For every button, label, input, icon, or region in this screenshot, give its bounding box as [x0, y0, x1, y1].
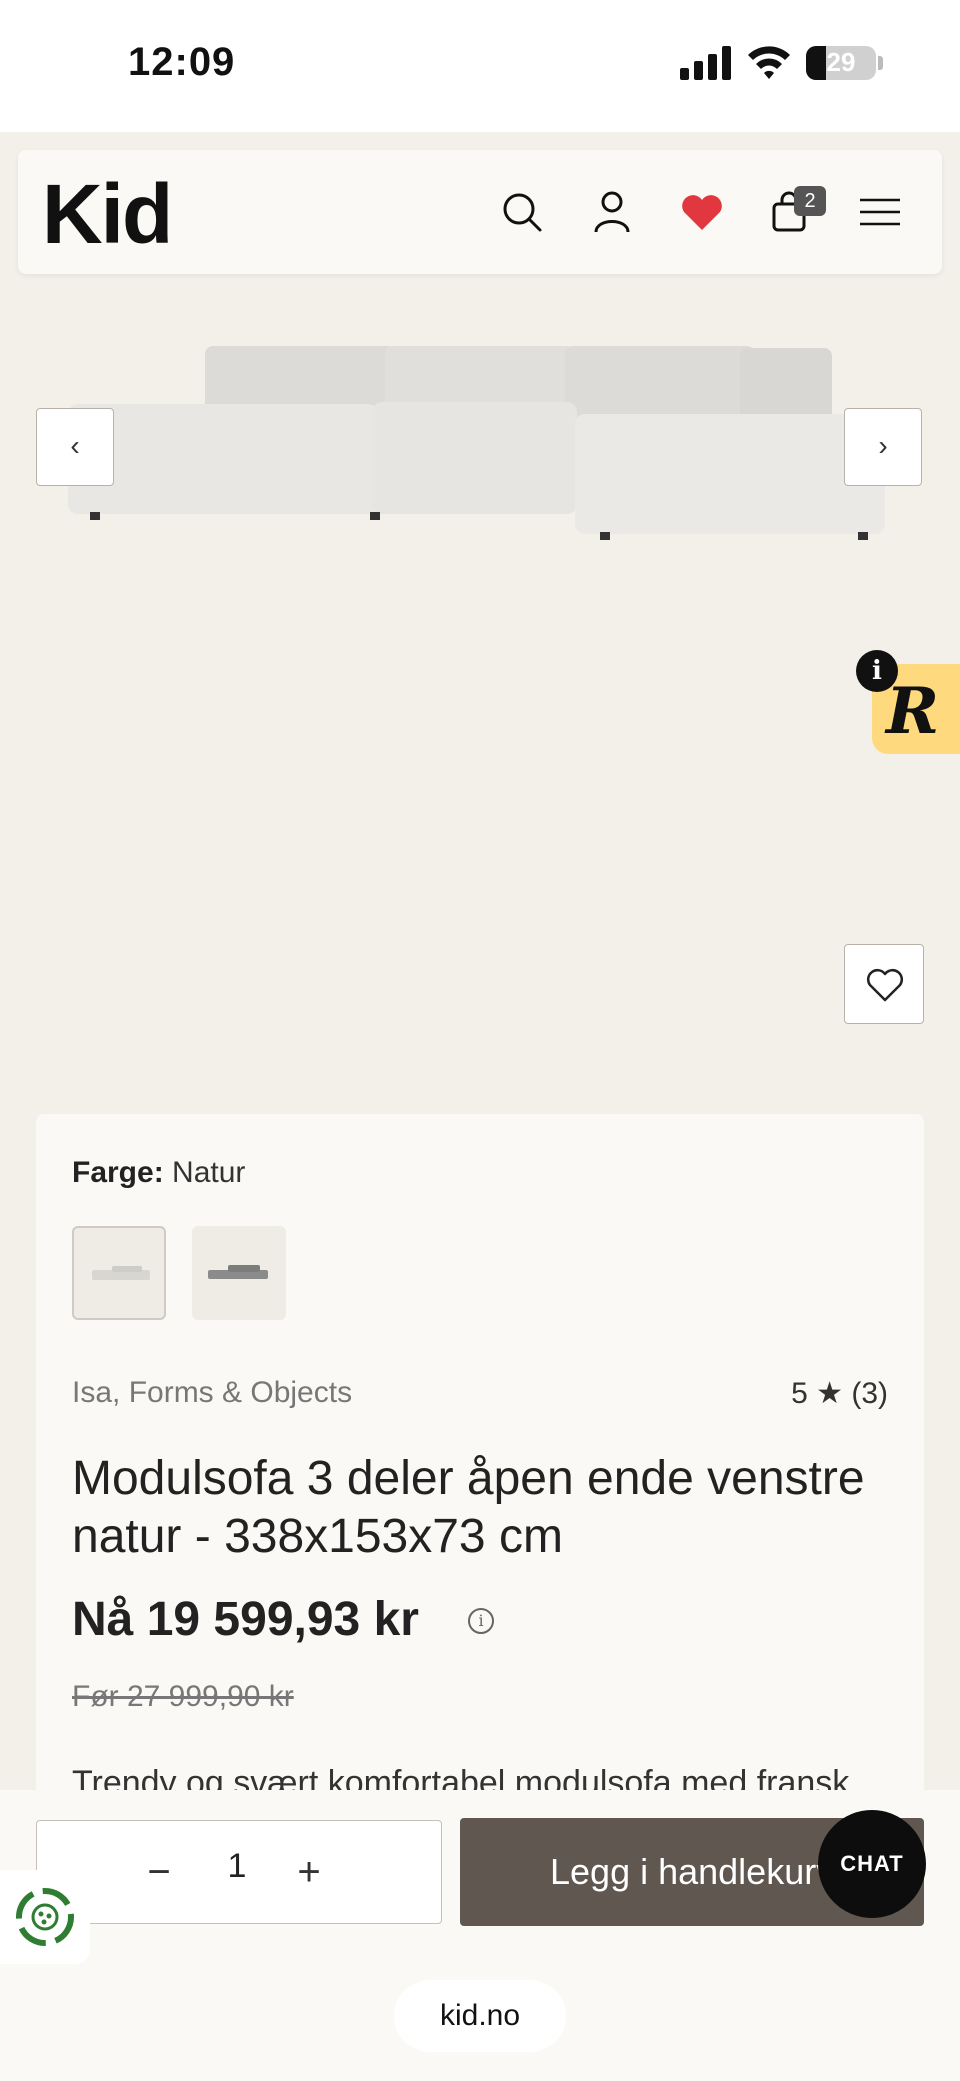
color-swatch-natur[interactable] [72, 1226, 166, 1320]
status-bar: 12:09 29 [0, 0, 960, 132]
account-icon[interactable] [588, 188, 636, 236]
status-time: 12:09 [128, 40, 236, 84]
swatch-grey-image [208, 1265, 268, 1279]
search-icon[interactable] [498, 188, 546, 236]
color-selector-label: Farge: Natur [72, 1156, 245, 1190]
battery-level: 29 [826, 47, 856, 77]
quantity-decrease-button[interactable]: − [131, 1845, 187, 1901]
battery-icon: 29 [806, 46, 876, 80]
browser-url[interactable]: kid.no [394, 1980, 566, 2052]
cart-count-badge: 2 [794, 186, 826, 216]
swatch-natur-image [92, 1266, 150, 1280]
sofa-image [68, 346, 885, 540]
gallery-prev-button[interactable]: ‹ [36, 408, 114, 486]
quantity-stepper: − 1 + [36, 1820, 442, 1924]
chat-button[interactable]: CHAT [818, 1810, 926, 1918]
logo[interactable]: Kid [42, 166, 173, 263]
color-value: Natur [172, 1156, 246, 1189]
add-to-wishlist-button[interactable] [844, 944, 924, 1024]
heart-outline-icon [867, 969, 903, 1002]
site-header: Kid 2 [18, 150, 942, 274]
recycle-icon [16, 1888, 74, 1946]
rating[interactable]: 5 ★ (3) [791, 1376, 888, 1411]
quantity-value[interactable]: 1 [217, 1847, 257, 1886]
wifi-icon [748, 46, 790, 79]
color-label: Farge: [72, 1156, 164, 1189]
info-icon[interactable]: i [856, 650, 898, 692]
eco-widget[interactable] [0, 1870, 90, 1964]
reviews-widget-letter: R [886, 674, 940, 749]
gallery-next-button[interactable]: › [844, 408, 922, 486]
brand-name[interactable]: Isa, Forms & Objects [72, 1376, 352, 1410]
signal-icon [680, 46, 731, 80]
battery-tip [878, 56, 883, 70]
previous-price: Før 27 999,90 kr [72, 1680, 294, 1713]
current-price: Nå 19 599,93 kr [72, 1593, 419, 1646]
product-title: Modulsofa 3 deler åpen ende venstre natu… [72, 1452, 865, 1563]
quantity-increase-button[interactable]: + [281, 1845, 337, 1901]
price-info-icon[interactable]: i [468, 1608, 494, 1634]
heart-filled-icon[interactable] [678, 188, 726, 236]
product-gallery: ‹ › [0, 274, 960, 1074]
add-to-cart-bar: − 1 + Legg i handlekurv CHAT kid.no [0, 1790, 960, 2081]
menu-icon[interactable] [856, 188, 904, 236]
color-swatch-grey[interactable] [192, 1226, 286, 1320]
